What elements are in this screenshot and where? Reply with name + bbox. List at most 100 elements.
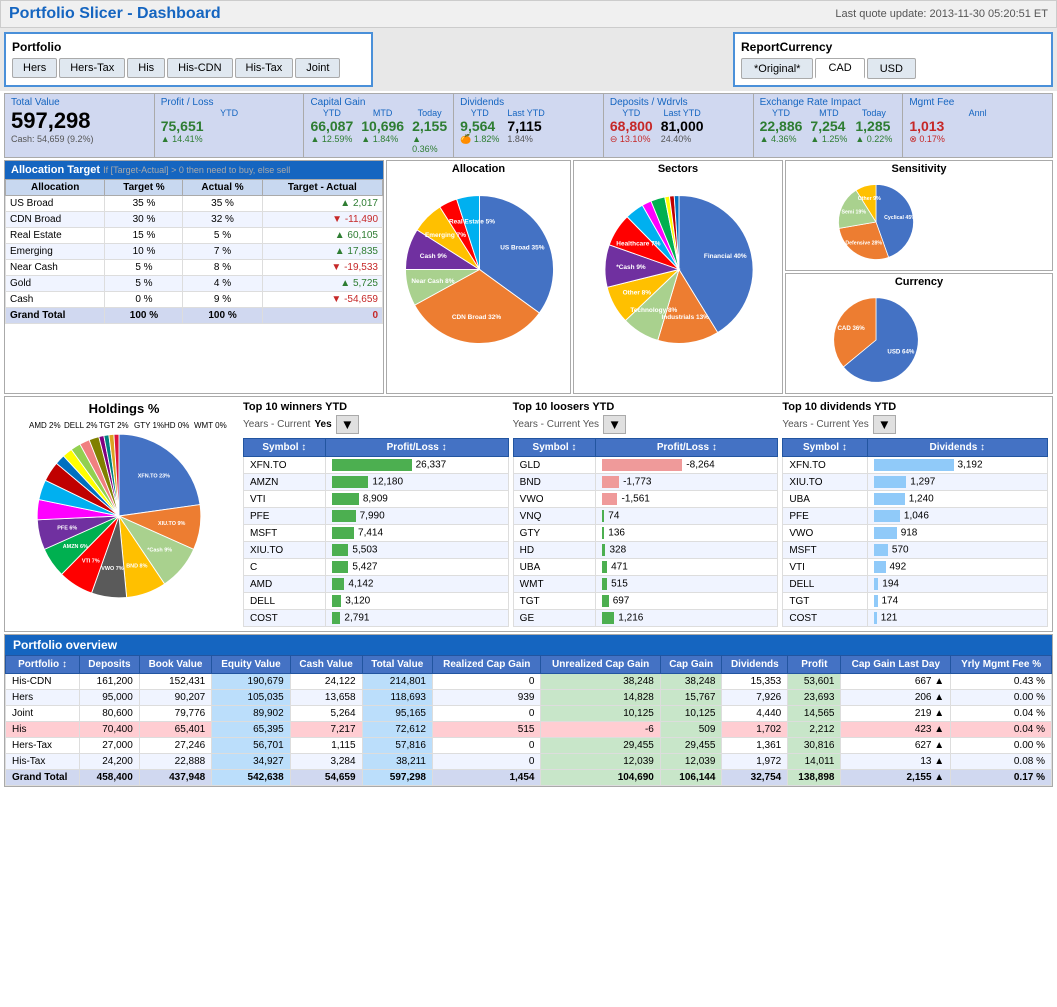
ov-col-realized: Realized Cap Gain [432,656,541,674]
list-item: 4,142 [325,576,508,593]
ov-row-cash: 54,659 [290,770,362,786]
alloc-row-target: 100 % [105,308,183,324]
ov-row-equity: 190,679 [212,674,290,690]
svg-text:Semi 19%: Semi 19% [841,209,866,215]
ov-row-cash: 13,658 [290,690,362,706]
loosers-filter-btn[interactable]: ▼ [603,415,626,434]
list-item: COST [783,610,867,627]
page-header: Portfolio Slicer - Dashboard Last quote … [0,0,1057,28]
ov-row-dividends: 32,754 [722,770,788,786]
main-charts-section: Allocation Target If [Target-Actual] > 0… [4,160,1053,394]
ov-row-book: 90,207 [139,690,211,706]
list-item: VWO [513,491,596,508]
allocation-pie-panel: Allocation US Broad 35%CDN Broad 32%Near… [386,160,571,394]
ov-row-name: His-Tax [6,754,80,770]
tab-usd[interactable]: USD [867,58,916,79]
ov-row-capgain: 38,248 [660,674,722,690]
ov-row-cgld: 667 ▲ [841,674,951,690]
list-item: XFN.TO [244,457,326,474]
ov-row-dividends: 1,361 [722,738,788,754]
holdings-pie-panel: Holdings % AMD 2% DELL 2% TGT 2% GTY 1% … [9,401,239,627]
ov-col-dividends: Dividends [722,656,788,674]
list-item: C [244,559,326,576]
tab-joint[interactable]: Joint [295,58,340,78]
ov-row-mgmt: 0.08 % [951,754,1052,770]
list-item: VTI [244,491,326,508]
ov-row-unrealized: 10,125 [541,706,660,722]
cg-mtd-label: MTD [361,108,404,118]
winners-col-value: Profit/Loss ↕ [325,439,508,457]
list-item: 492 [867,559,1048,576]
list-item: VTI [783,559,867,576]
list-item: DELL [244,593,326,610]
list-item: -1,773 [596,474,778,491]
exch-mtd-pct: ▲ 1.25% [810,134,847,144]
ov-row-realized: 1,454 [432,770,541,786]
winners-col-symbol: Symbol ↕ [244,439,326,457]
list-item: MSFT [783,542,867,559]
list-item: VNQ [513,508,596,525]
list-item: UBA [513,559,596,576]
dividends-filter-btn[interactable]: ▼ [873,415,896,434]
ov-row-book: 27,246 [139,738,211,754]
svg-text:Emerging 7%: Emerging 7% [425,232,466,239]
ov-col-unrealized: Unrealized Cap Gain [541,656,660,674]
currency-box: ReportCurrency *Original* CAD USD [733,32,1053,87]
ov-row-name: Joint [6,706,80,722]
ov-row-mgmt: 0.17 % [951,770,1052,786]
alloc-row-actual: 32 % [183,212,262,228]
ov-row-equity: 89,902 [212,706,290,722]
cg-today: 2,155 [412,118,447,134]
tab-hers-tax[interactable]: Hers-Tax [59,58,125,78]
list-item: 918 [867,525,1048,542]
winners-filter-btn[interactable]: ▼ [336,415,359,434]
ov-row-capgain: 10,125 [660,706,722,722]
ov-row-name: His [6,722,80,738]
list-item: 328 [596,542,778,559]
ov-row-equity: 56,701 [212,738,290,754]
ov-row-total: 95,165 [362,706,432,722]
ov-row-realized: 0 [432,674,541,690]
list-item: 1,216 [596,610,778,627]
ov-row-profit: 138,898 [788,770,841,786]
list-item: UBA [783,491,867,508]
allocation-header: Allocation Target If [Target-Actual] > 0… [5,161,383,179]
cg-ytd-pct: ▲ 12.59% [310,134,353,144]
top-dividends-panel: Top 10 dividends YTD Years - Current Yes… [782,401,1048,627]
tab-his-tax[interactable]: His-Tax [235,58,294,78]
holdings-title: Holdings % [9,401,239,416]
alloc-row-target: 10 % [105,244,183,260]
total-value: 597,298 [11,108,148,134]
alloc-row-name: Cash [6,292,105,308]
profit-value: 75,651 [161,118,298,134]
portfolio-box: Portfolio Hers Hers-Tax His His-CDN His-… [4,32,373,87]
alloc-row-target: 15 % [105,228,183,244]
list-item: PFE [244,508,326,525]
list-item: 5,503 [325,542,508,559]
list-item: -8,264 [596,457,778,474]
top-winners-panel: Top 10 winners YTD Years - Current Yes ▼… [243,401,509,627]
ov-row-profit: 53,601 [788,674,841,690]
list-item: BND [513,474,596,491]
ov-row-profit: 23,693 [788,690,841,706]
list-item: 1,297 [867,474,1048,491]
tab-cad[interactable]: CAD [815,58,864,79]
ov-row-capgain: 509 [660,722,722,738]
exchange-label: Exchange Rate Impact [760,97,897,108]
capital-gain-label: Capital Gain [310,97,447,108]
tab-his-cdn[interactable]: His-CDN [167,58,232,78]
currency-tabs: *Original* CAD USD [741,58,1045,79]
svg-text:Cyclical 45%: Cyclical 45% [884,215,916,221]
loosers-title: Top 10 loosers YTD [513,401,779,413]
list-item: 3,192 [867,457,1048,474]
ov-row-book: 79,776 [139,706,211,722]
tab-his[interactable]: His [127,58,165,78]
alloc-row-name: Near Cash [6,260,105,276]
allocation-panel: Allocation Target If [Target-Actual] > 0… [4,160,384,394]
alloc-row-diff: ▲ 60,105 [262,228,382,244]
list-item: HD [513,542,596,559]
list-item: MSFT [244,525,326,542]
tab-original[interactable]: *Original* [741,58,813,79]
tab-hers[interactable]: Hers [12,58,57,78]
loosers-col-symbol: Symbol ↕ [513,439,596,457]
